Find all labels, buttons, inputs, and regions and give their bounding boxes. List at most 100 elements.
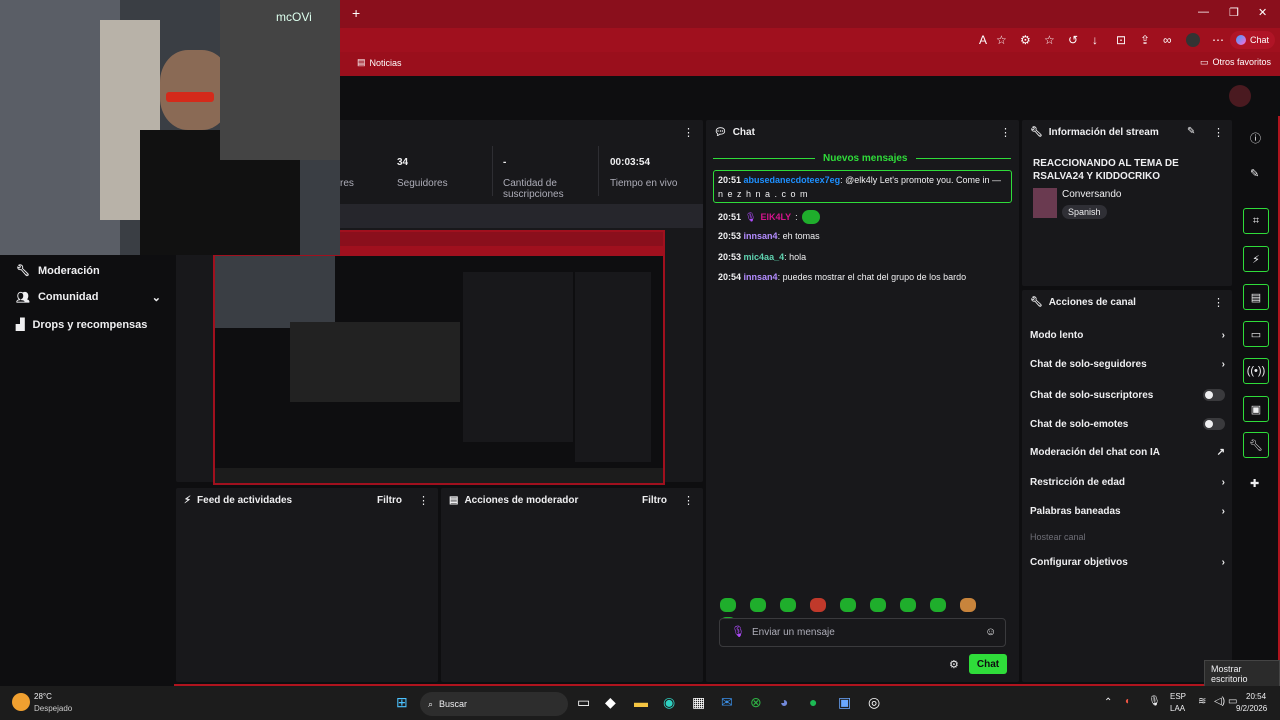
user-avatar[interactable] bbox=[1229, 85, 1251, 107]
file-explorer-icon[interactable]: ▬ bbox=[634, 694, 648, 710]
other-bookmarks[interactable]: ▭ Otros favoritos bbox=[1200, 57, 1271, 68]
share-icon[interactable]: ⇪ bbox=[1140, 33, 1150, 47]
close-window-button[interactable]: ✕ bbox=[1258, 6, 1267, 19]
stat-partial-label: res bbox=[340, 178, 354, 189]
tray-chevron-icon[interactable]: ⌃ bbox=[1104, 697, 1112, 708]
activity-more-icon[interactable]: ⋮ bbox=[418, 494, 429, 507]
emote-only-toggle[interactable] bbox=[1203, 418, 1225, 430]
action-modo-lento[interactable]: Modo lento › bbox=[1030, 330, 1225, 341]
sidenav-item-moderacion[interactable]: 🔧︎ Moderación bbox=[16, 264, 100, 278]
chat-settings-icon[interactable]: ⚙ bbox=[949, 658, 959, 671]
task-view-icon[interactable]: ▭ bbox=[577, 694, 590, 711]
history-icon[interactable]: ↺ bbox=[1068, 33, 1078, 47]
emote-icon[interactable] bbox=[780, 598, 796, 612]
subs-only-toggle[interactable] bbox=[1203, 389, 1225, 401]
discord-icon[interactable]: ◕ bbox=[780, 694, 788, 710]
microphone-icon[interactable]: 🎙︎ bbox=[731, 625, 745, 638]
favorite-star-icon[interactable]: ☆ bbox=[996, 33, 1007, 47]
copilot-app-icon[interactable]: ◆ bbox=[605, 694, 616, 711]
stream-info-header: 🔧︎ Información del stream bbox=[1030, 126, 1159, 138]
chat-more-icon[interactable]: ⋮ bbox=[1000, 126, 1011, 139]
chat-send-button[interactable]: Chat bbox=[969, 654, 1007, 674]
emote-icon[interactable] bbox=[870, 598, 886, 612]
emote-icon[interactable] bbox=[900, 598, 916, 612]
emote-icon[interactable] bbox=[960, 598, 976, 612]
channel-actions-more-icon[interactable]: ⋮ bbox=[1213, 296, 1224, 309]
stat-subs-label: Cantidad de suscripciones bbox=[503, 178, 564, 200]
document-icon: ▤ bbox=[449, 494, 459, 506]
emote-icon[interactable] bbox=[930, 598, 946, 612]
edge-icon[interactable]: ◉ bbox=[663, 694, 675, 711]
info-icon[interactable]: ⓘ bbox=[1250, 130, 1261, 146]
volume-icon[interactable]: ◁) bbox=[1214, 696, 1225, 707]
quick-action-clip[interactable]: ⌗ bbox=[1243, 208, 1269, 234]
link-icon[interactable]: ∞ bbox=[1163, 33, 1172, 47]
sidenav-item-drops[interactable]: ▟ Drops y recompensas bbox=[16, 318, 147, 332]
bookmark-noticias[interactable]: ▤ Noticias bbox=[357, 57, 402, 68]
read-aloud-icon[interactable]: A bbox=[979, 33, 987, 47]
activity-filter-button[interactable]: Filtro bbox=[377, 495, 402, 506]
microphone-tray-icon[interactable]: 🎙︎ bbox=[1148, 696, 1161, 707]
mod-more-icon[interactable]: ⋮ bbox=[683, 494, 694, 507]
store-icon[interactable]: ▦ bbox=[692, 694, 705, 711]
action-solo-seguidores[interactable]: Chat de solo-seguidores › bbox=[1030, 359, 1225, 370]
stream-preview-video[interactable] bbox=[213, 230, 665, 485]
show-desktop-tooltip: Mostrar escritorio bbox=[1204, 660, 1280, 688]
favorites-icon[interactable]: ☆ bbox=[1044, 33, 1055, 47]
keyboard-lang[interactable]: ESP bbox=[1170, 692, 1186, 701]
minimize-button[interactable]: — bbox=[1198, 6, 1209, 18]
maximize-button[interactable]: ❐ bbox=[1229, 6, 1239, 19]
quick-action-raid[interactable]: ▣ bbox=[1243, 396, 1269, 422]
copilot-chat-button[interactable]: Chat bbox=[1230, 31, 1276, 49]
mail-icon[interactable]: ✉ bbox=[721, 694, 733, 711]
quick-action-broadcast[interactable]: ((•)) bbox=[1243, 358, 1269, 384]
emote-icon[interactable] bbox=[720, 598, 736, 612]
keyboard-layout[interactable]: LAA bbox=[1170, 704, 1185, 713]
app-icon[interactable]: ▣ bbox=[838, 694, 851, 711]
clock-time[interactable]: 20:54 bbox=[1246, 692, 1266, 701]
chat-username[interactable]: innsan4 bbox=[744, 231, 778, 241]
quick-action-tools[interactable]: 🔧︎ bbox=[1243, 432, 1269, 458]
quick-action-chat[interactable]: ▭ bbox=[1243, 321, 1269, 347]
mod-filter-button[interactable]: Filtro bbox=[642, 495, 667, 506]
spotify-icon[interactable]: ● bbox=[809, 694, 817, 710]
wifi-icon[interactable]: ≋ bbox=[1198, 696, 1206, 707]
chat-username[interactable]: ElK4LY bbox=[760, 212, 791, 222]
preview-more-icon[interactable]: ⋮ bbox=[683, 126, 694, 139]
more-icon[interactable]: ⋯ bbox=[1212, 33, 1224, 47]
emote-icon[interactable] bbox=[840, 598, 856, 612]
extension-icon[interactable]: ⚙ bbox=[1020, 33, 1031, 47]
stream-info-more-icon[interactable]: ⋮ bbox=[1213, 126, 1224, 139]
emoji-picker-icon[interactable]: ☺ bbox=[985, 626, 996, 638]
tray-app-icon[interactable]: ◐ bbox=[1125, 696, 1131, 707]
chat-username[interactable]: abusedanecdoteex7eg bbox=[744, 175, 841, 185]
action-palabras-baneadas[interactable]: Palabras baneadas › bbox=[1030, 506, 1225, 517]
new-tab-button[interactable]: + bbox=[352, 5, 360, 21]
start-menu-icon[interactable]: ⊞ bbox=[396, 694, 408, 711]
wrench-icon: 🔧︎ bbox=[16, 265, 30, 277]
edit-icon[interactable]: ✎ bbox=[1187, 126, 1195, 137]
clock-date[interactable]: 9/2/2026 bbox=[1236, 704, 1267, 713]
action-hostear-canal: Hostear canal bbox=[1030, 532, 1086, 542]
action-moderacion-ia[interactable]: Moderación del chat con IA ↗ bbox=[1030, 447, 1225, 458]
sidenav-item-comunidad[interactable]: 👥︎ Comunidad ⌄ bbox=[16, 291, 161, 304]
stream-category[interactable]: Conversando bbox=[1062, 189, 1121, 200]
action-configurar-objetivos[interactable]: Configurar objetivos › bbox=[1030, 557, 1225, 568]
weather-icon[interactable] bbox=[12, 693, 30, 711]
quick-action-lightning[interactable]: ⚡︎ bbox=[1243, 246, 1269, 272]
screenshot-icon[interactable]: ⊡ bbox=[1116, 33, 1126, 47]
add-action-icon[interactable]: ✚ bbox=[1250, 477, 1259, 490]
emote-icon[interactable] bbox=[810, 598, 826, 612]
profile-avatar[interactable] bbox=[1186, 33, 1200, 47]
obs-icon[interactable]: ◎ bbox=[868, 694, 880, 711]
stream-tag[interactable]: Spanish bbox=[1062, 205, 1107, 219]
quick-action-notes[interactable]: ▤ bbox=[1243, 284, 1269, 310]
emote-icon[interactable] bbox=[750, 598, 766, 612]
download-icon[interactable]: ↓ bbox=[1092, 33, 1098, 47]
pencil-icon[interactable]: ✎ bbox=[1250, 167, 1259, 180]
taskbar-search[interactable]: ⌕ Buscar bbox=[420, 692, 568, 716]
action-restriccion-edad[interactable]: Restricción de edad › bbox=[1030, 477, 1225, 488]
chat-username[interactable]: innsan4 bbox=[744, 272, 778, 282]
chat-username[interactable]: mic4aa_4 bbox=[744, 252, 785, 262]
xbox-icon[interactable]: ⊗ bbox=[750, 694, 762, 711]
